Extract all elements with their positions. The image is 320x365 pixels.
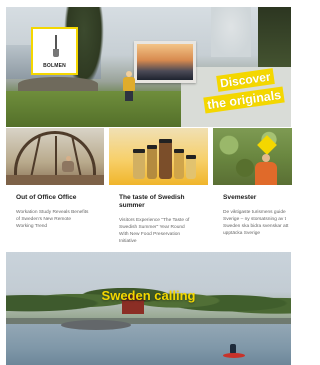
article-excerpt: De viktigaste turismens guide Sverige – … bbox=[223, 210, 289, 236]
banner-rocks bbox=[61, 320, 131, 330]
article-excerpt: Visitors Experience "The Taste of Swedis… bbox=[119, 218, 190, 244]
bolmen-card[interactable]: BOLMEN bbox=[31, 27, 78, 75]
hero-person bbox=[123, 71, 135, 101]
page: BOLMEN Discover the originals Out of Off… bbox=[0, 0, 292, 365]
hero-banner[interactable]: BOLMEN Discover the originals bbox=[6, 7, 291, 127]
article-image bbox=[213, 128, 292, 185]
banner-title: Sweden calling bbox=[101, 288, 196, 303]
sweden-calling-banner[interactable]: Sweden calling bbox=[6, 252, 291, 365]
article-excerpt: Workation Study Reveals Benefits of Swed… bbox=[16, 210, 89, 229]
article-card-taste-of-summer[interactable]: The taste of Swedish summer Visitors Exp… bbox=[109, 128, 208, 251]
bolmen-label: BOLMEN bbox=[43, 63, 66, 69]
hero-rock bbox=[18, 77, 98, 91]
article-title[interactable]: Out of Office Office bbox=[16, 194, 76, 202]
hero-sky-patch bbox=[211, 7, 251, 57]
article-title[interactable]: The taste of Swedish summer bbox=[119, 194, 185, 210]
hero-tree-right bbox=[258, 7, 291, 67]
shovel-icon bbox=[53, 35, 59, 57]
banner-water bbox=[6, 324, 291, 365]
article-card-svemester[interactable]: Svemester De viktigaste turismens guide … bbox=[213, 128, 292, 251]
hero-picture-frame bbox=[134, 41, 196, 83]
article-card-out-of-office[interactable]: Out of Office Office Workation Study Rev… bbox=[6, 128, 104, 251]
hero-tagline[interactable]: Discover the originals bbox=[203, 68, 286, 114]
article-image bbox=[6, 128, 104, 185]
article-title[interactable]: Svemester bbox=[223, 194, 256, 202]
hero-meadow bbox=[6, 91, 206, 127]
hero-framed-photo bbox=[137, 44, 193, 80]
banner-kayak bbox=[223, 353, 245, 358]
article-image bbox=[109, 128, 208, 185]
